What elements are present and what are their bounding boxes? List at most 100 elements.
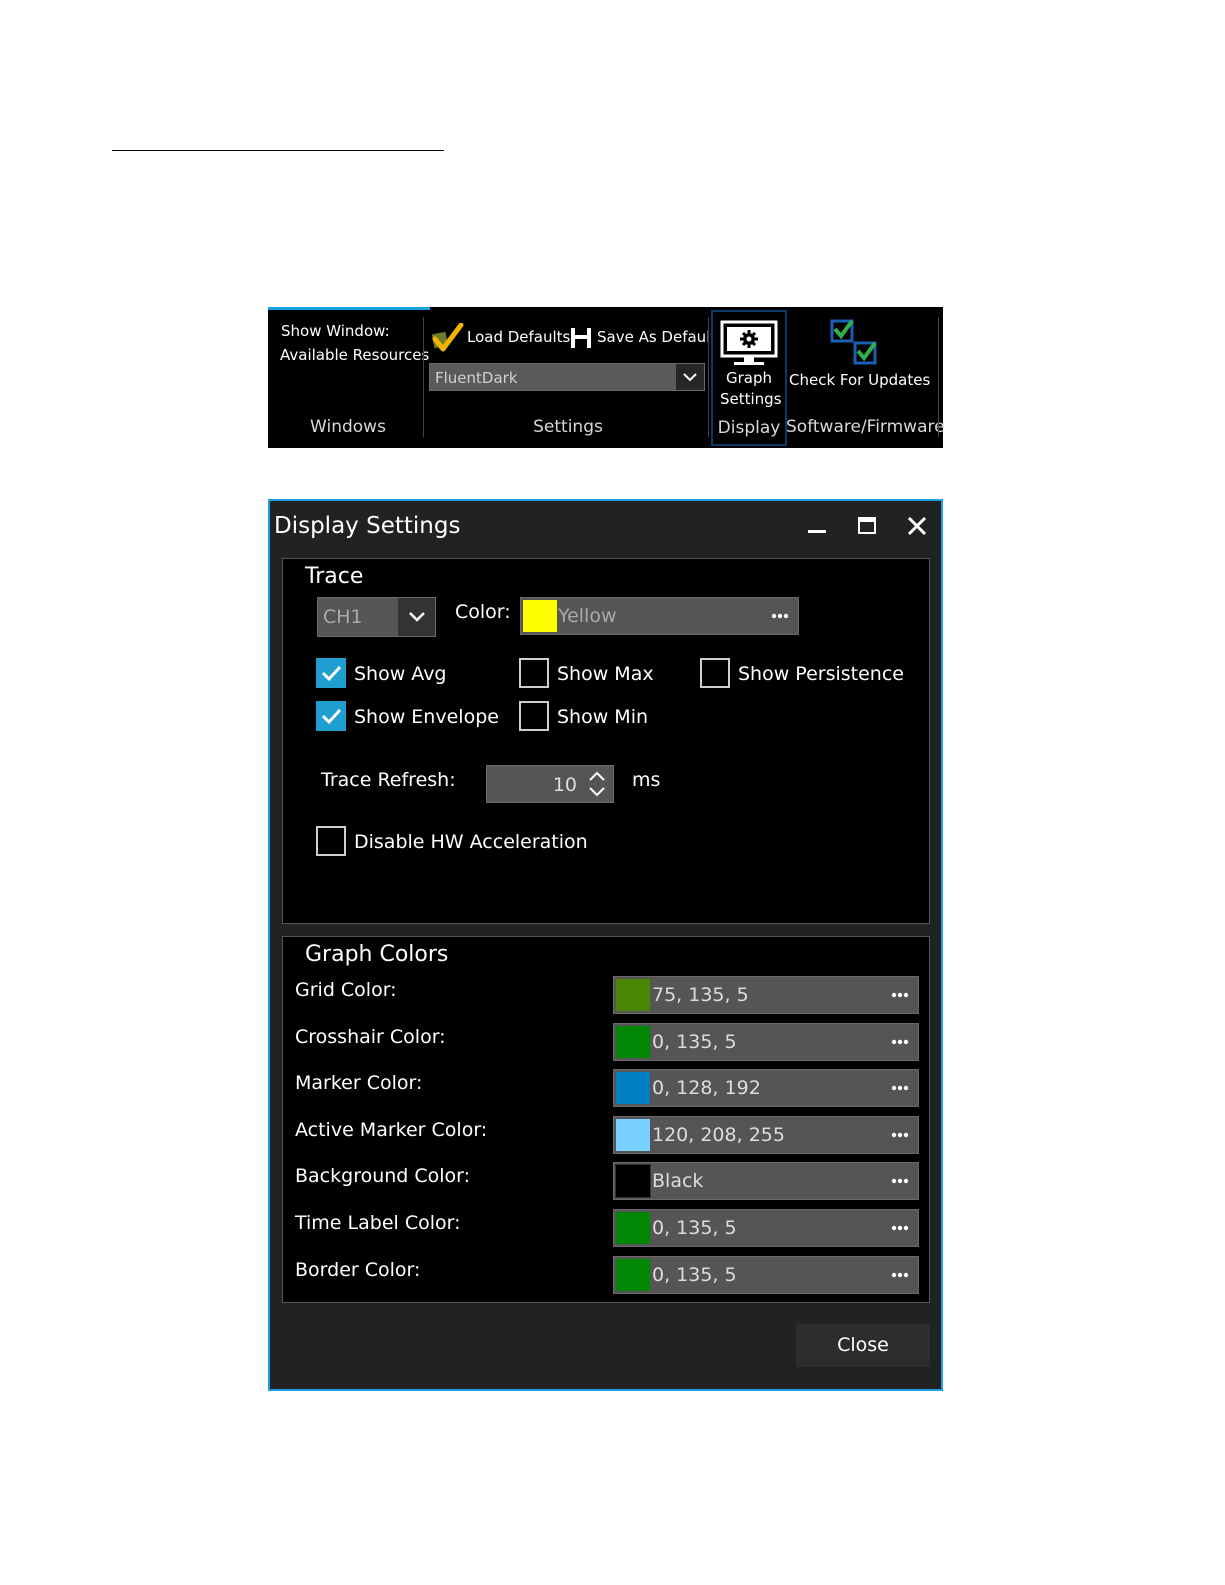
more-options-icon[interactable] <box>890 1265 910 1285</box>
theme-dropdown-button[interactable] <box>676 364 704 390</box>
maximize-icon <box>858 517 876 534</box>
trace-color-picker[interactable]: Yellow <box>520 597 799 635</box>
color-row-label: Border Color: <box>295 1258 421 1281</box>
color-row-label: Background Color: <box>295 1165 471 1188</box>
display-group-label: Display <box>717 418 781 438</box>
available-resources-button[interactable]: Available Resources <box>280 346 429 364</box>
channel-select[interactable]: CH1 <box>317 597 436 637</box>
monitor-gear-icon <box>720 320 778 365</box>
show-max-label: Show Max <box>557 663 654 685</box>
save-as-default-label: Save As Default <box>597 328 717 346</box>
floppy-disk-icon <box>571 328 591 348</box>
color-swatch <box>615 1164 651 1199</box>
color-picker-field[interactable]: 0, 128, 192 <box>613 1069 919 1108</box>
trace-title: Trace <box>305 564 364 589</box>
show-envelope-checkbox[interactable] <box>316 701 346 731</box>
show-min-checkbox[interactable] <box>519 701 549 731</box>
ribbon-separator <box>708 317 709 437</box>
chevron-down-icon <box>409 612 425 622</box>
more-options-icon[interactable] <box>890 1032 910 1052</box>
checkmark-icon <box>321 708 342 725</box>
minimize-button[interactable] <box>802 511 832 541</box>
graph-settings-label-line1: Graph <box>726 369 773 387</box>
trace-refresh-value: 10 <box>552 774 577 796</box>
ribbon-toolbar: Show Window: Available Resources Windows… <box>268 307 945 448</box>
display-settings-dialog: Display Settings Trace CH1 Color: Yellow… <box>268 499 943 1391</box>
minimize-icon <box>808 530 826 533</box>
color-swatch <box>616 1118 650 1151</box>
graph-settings-button[interactable]: Graph Settings Display <box>711 310 787 446</box>
graph-settings-label-line2: Settings <box>720 390 782 408</box>
color-picker-field[interactable]: 0, 135, 5 <box>613 1022 919 1061</box>
color-value: 120, 208, 255 <box>652 1123 785 1146</box>
theme-select-value: FluentDark <box>435 369 518 387</box>
disable-hw-acceleration-checkbox[interactable] <box>316 826 346 856</box>
maximize-button[interactable] <box>852 511 882 541</box>
channel-dropdown-button[interactable] <box>398 598 435 636</box>
color-value: 0, 135, 5 <box>652 1030 737 1053</box>
save-as-default-button[interactable]: Save As Default <box>570 325 716 351</box>
trace-panel: Trace CH1 Color: Yellow Show Avg Show Ma… <box>282 558 930 924</box>
color-swatch <box>616 1072 650 1105</box>
check-updates-icon <box>830 319 877 365</box>
trace-refresh-unit: ms <box>632 769 661 791</box>
trace-color-value: Yellow <box>558 605 617 627</box>
more-options-icon[interactable] <box>890 985 910 1005</box>
close-window-button[interactable] <box>902 511 932 541</box>
spinner-down-icon[interactable] <box>587 785 607 799</box>
color-picker-field[interactable]: 0, 135, 5 <box>613 1255 919 1294</box>
color-value: 0, 128, 192 <box>652 1077 761 1100</box>
close-button[interactable]: Close <box>796 1324 930 1367</box>
color-label: Color: <box>455 601 511 623</box>
color-picker-field[interactable]: Black <box>613 1162 919 1201</box>
theme-select[interactable]: FluentDark <box>429 363 705 391</box>
show-max-checkbox[interactable] <box>519 658 549 688</box>
show-avg-checkbox[interactable] <box>316 658 346 688</box>
chevron-down-icon <box>683 373 697 382</box>
show-min-label: Show Min <box>557 706 649 728</box>
check-for-updates-button[interactable]: Check For Updates <box>787 317 937 407</box>
software-firmware-group-label: Software/Firmware <box>786 417 945 437</box>
color-picker-field[interactable]: 0, 135, 5 <box>613 1209 919 1247</box>
color-row-label: Grid Color: <box>295 979 397 1001</box>
more-options-icon[interactable] <box>890 1078 910 1098</box>
trace-refresh-label: Trace Refresh: <box>321 769 456 791</box>
load-defaults-button[interactable]: Load Defaults <box>432 323 570 353</box>
color-value: Black <box>652 1170 704 1193</box>
color-swatch <box>616 1212 650 1244</box>
color-value: 0, 135, 5 <box>652 1217 737 1239</box>
checkmark-icon <box>321 665 342 682</box>
more-options-icon[interactable] <box>890 1218 910 1238</box>
ribbon-tab-accent <box>268 307 430 310</box>
show-envelope-label: Show Envelope <box>354 706 499 728</box>
checkmark-icon <box>432 323 464 352</box>
show-persistence-label: Show Persistence <box>738 663 904 685</box>
graph-colors-title: Graph Colors <box>305 942 449 967</box>
page-rule <box>112 150 444 151</box>
show-persistence-checkbox[interactable] <box>700 658 730 688</box>
settings-group-label: Settings <box>533 417 603 437</box>
color-swatch <box>616 1258 650 1291</box>
color-swatch <box>523 600 557 632</box>
color-row-label: Marker Color: <box>295 1072 423 1095</box>
more-options-icon[interactable] <box>890 1171 910 1191</box>
windows-group-label: Windows <box>310 417 386 437</box>
trace-refresh-spinner[interactable]: 10 <box>486 765 614 803</box>
spinner-up-icon[interactable] <box>587 769 607 783</box>
color-swatch <box>616 979 650 1011</box>
more-options-icon[interactable] <box>890 1125 910 1145</box>
close-icon <box>907 516 927 536</box>
show-window-label[interactable]: Show Window: <box>281 322 390 340</box>
color-picker-field[interactable]: 75, 135, 5 <box>613 976 919 1014</box>
show-avg-label: Show Avg <box>354 663 447 685</box>
graph-colors-panel: Graph Colors Grid Color: 75, 135, 5 Crossh… <box>282 936 930 1303</box>
more-options-icon[interactable] <box>770 606 790 626</box>
check-for-updates-label: Check For Updates <box>789 371 931 389</box>
ribbon-separator <box>423 317 424 437</box>
color-row-label: Time Label Color: <box>295 1212 461 1234</box>
color-picker-field[interactable]: 120, 208, 255 <box>613 1115 919 1154</box>
color-swatch <box>616 1025 650 1058</box>
color-value: 75, 135, 5 <box>652 984 749 1006</box>
dialog-title: Display Settings <box>274 513 461 539</box>
color-row-label: Crosshair Color: <box>295 1025 446 1048</box>
